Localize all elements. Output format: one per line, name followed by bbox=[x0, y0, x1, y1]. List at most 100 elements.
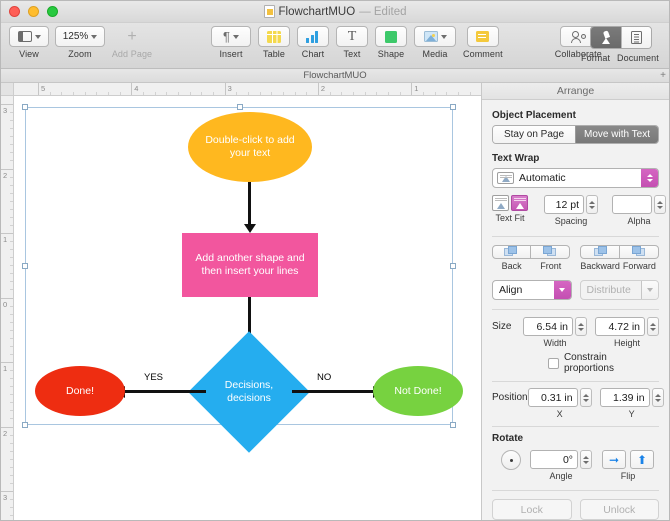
width-group[interactable]: 6.54 in Width bbox=[523, 317, 587, 348]
resize-handle-e[interactable] bbox=[450, 263, 456, 269]
height-value[interactable]: 4.72 in bbox=[595, 317, 645, 336]
align-row: Align Distribute bbox=[492, 280, 659, 300]
toolbar-insert[interactable]: ¶ Insert bbox=[211, 23, 251, 59]
window-controls[interactable] bbox=[9, 6, 58, 17]
flip-horizontal-button[interactable]: ➞ bbox=[602, 450, 626, 469]
add-tab-icon[interactable]: + bbox=[660, 70, 666, 81]
order-forward-group[interactable]: Forward bbox=[619, 245, 659, 271]
resize-handle-se[interactable] bbox=[450, 422, 456, 428]
text-fit-group[interactable]: Text Fit bbox=[492, 195, 528, 223]
send-to-back-button[interactable] bbox=[492, 245, 532, 259]
resize-handle-ne[interactable] bbox=[450, 104, 456, 110]
vertical-ruler[interactable]: 3 2 1 0 1 2 3 bbox=[1, 96, 14, 520]
zoom-button[interactable]: 125% bbox=[55, 26, 105, 47]
chart-button[interactable] bbox=[297, 26, 329, 47]
y-group[interactable]: 1.39 in Y bbox=[599, 388, 664, 419]
minimize-button[interactable] bbox=[28, 6, 39, 17]
toolbar-zoom[interactable]: 125% Zoom bbox=[55, 23, 105, 59]
toolbar-shape[interactable]: Shape bbox=[375, 23, 407, 59]
text-wrap-select[interactable]: Automatic bbox=[492, 168, 659, 188]
resize-handle-n[interactable] bbox=[237, 104, 243, 110]
order-front-group[interactable]: Front bbox=[531, 245, 571, 271]
toolbar-add-page[interactable]: + Add Page bbox=[111, 23, 153, 59]
send-backward-button[interactable] bbox=[580, 245, 620, 259]
object-placement-segmented[interactable]: Stay on Page Move with Text bbox=[492, 125, 659, 144]
resize-handle-sw[interactable] bbox=[22, 422, 28, 428]
spacing-value[interactable]: 12 pt bbox=[544, 195, 584, 214]
resize-handle-nw[interactable] bbox=[22, 104, 28, 110]
document-button[interactable] bbox=[621, 27, 651, 48]
text-wrap-icon bbox=[497, 172, 514, 184]
add-page-button[interactable]: + bbox=[111, 26, 153, 47]
toolbar-text[interactable]: T Text bbox=[336, 23, 368, 59]
height-group[interactable]: 4.72 in Height bbox=[595, 317, 659, 348]
flowchart-node-process[interactable]: Add another shape and then insert your l… bbox=[182, 233, 318, 297]
position-y-value[interactable]: 1.39 in bbox=[599, 388, 650, 407]
flip-vertical-button[interactable]: ⬆ bbox=[630, 450, 654, 469]
align-chevron-icon[interactable] bbox=[553, 281, 571, 299]
position-y-stepper[interactable] bbox=[651, 388, 664, 407]
comment-button[interactable] bbox=[466, 26, 499, 47]
order-back-group[interactable]: Back bbox=[492, 245, 532, 271]
alpha-group[interactable]: Alpha bbox=[612, 195, 666, 226]
insert-button[interactable]: ¶ bbox=[211, 26, 251, 47]
flowchart-edge-decision-notdone[interactable] bbox=[292, 385, 382, 398]
format-document-segmented[interactable] bbox=[590, 26, 652, 49]
flowchart-edge-start-process[interactable] bbox=[243, 182, 256, 233]
text-fit-inline-icon[interactable] bbox=[492, 195, 509, 211]
inspector-toggle-group[interactable]: Format Document bbox=[581, 26, 661, 63]
text-fit-wrap-icon[interactable] bbox=[511, 195, 528, 211]
order-backward-group[interactable]: Backward bbox=[580, 245, 620, 271]
chevron-updown-icon[interactable] bbox=[641, 169, 658, 187]
horizontal-ruler[interactable]: 5432101 bbox=[1, 83, 481, 96]
position-x-value[interactable]: 0.31 in bbox=[527, 388, 578, 407]
toolbar-comment[interactable]: Comment bbox=[463, 23, 503, 59]
angle-group[interactable]: 0° Angle bbox=[530, 450, 592, 481]
flowchart-node-done[interactable]: Done! bbox=[35, 366, 125, 416]
rotation-dial[interactable] bbox=[501, 450, 521, 470]
spacing-stepper[interactable] bbox=[586, 195, 598, 214]
stay-on-page-option[interactable]: Stay on Page bbox=[493, 126, 575, 143]
text-button[interactable]: T bbox=[336, 26, 368, 47]
format-button[interactable] bbox=[591, 27, 621, 48]
flip-group[interactable]: ➞ ⬆ Flip bbox=[602, 450, 654, 481]
move-with-text-option[interactable]: Move with Text bbox=[575, 126, 658, 143]
text-fit-label: Text Fit bbox=[495, 213, 525, 223]
alpha-value[interactable] bbox=[612, 195, 652, 214]
media-button[interactable] bbox=[414, 26, 456, 47]
maximize-button[interactable] bbox=[47, 6, 58, 17]
toolbar-media[interactable]: Media bbox=[414, 23, 456, 59]
toolbar-table[interactable]: Table bbox=[258, 23, 290, 59]
constrain-proportions-checkbox[interactable] bbox=[548, 357, 559, 369]
flowchart-node-notdone[interactable]: Not Done! bbox=[373, 366, 463, 416]
height-stepper[interactable] bbox=[647, 317, 659, 336]
document-canvas[interactable]: Double-click to add your text Add anothe… bbox=[14, 96, 481, 520]
x-group[interactable]: 0.31 in X bbox=[527, 388, 592, 419]
toolbar-chart[interactable]: Chart bbox=[297, 23, 329, 59]
shape-button[interactable] bbox=[375, 26, 407, 47]
forward-icon bbox=[631, 246, 646, 258]
view-button[interactable] bbox=[9, 26, 49, 47]
close-button[interactable] bbox=[9, 6, 20, 17]
toolbar-view[interactable]: View bbox=[9, 23, 49, 59]
alpha-stepper[interactable] bbox=[654, 195, 666, 214]
bring-forward-button[interactable] bbox=[619, 245, 659, 259]
angle-value[interactable]: 0° bbox=[530, 450, 578, 469]
view-icon bbox=[17, 31, 32, 42]
horizontal-ruler-track[interactable]: 5432101 bbox=[14, 83, 481, 95]
position-x-stepper[interactable] bbox=[579, 388, 592, 407]
width-value[interactable]: 6.54 in bbox=[523, 317, 573, 336]
flowchart-node-decision[interactable]: Decisions, decisions bbox=[188, 331, 310, 453]
main-toolbar: View 125% Zoom + Add Page ¶ Insert Table… bbox=[1, 23, 669, 69]
constrain-proportions-label: Constrain proportions bbox=[563, 352, 614, 374]
constrain-proportions-row[interactable]: Constrain proportions bbox=[548, 352, 659, 374]
width-stepper[interactable] bbox=[575, 317, 587, 336]
align-select[interactable]: Align bbox=[492, 280, 572, 300]
resize-handle-w[interactable] bbox=[22, 263, 28, 269]
angle-stepper[interactable] bbox=[580, 450, 592, 469]
bring-to-front-button[interactable] bbox=[531, 245, 571, 259]
flowchart-node-start[interactable]: Double-click to add your text bbox=[188, 112, 312, 182]
flowchart-edge-decision-done[interactable] bbox=[116, 385, 206, 398]
table-button[interactable] bbox=[258, 26, 290, 47]
spacing-group[interactable]: 12 pt Spacing bbox=[544, 195, 598, 226]
